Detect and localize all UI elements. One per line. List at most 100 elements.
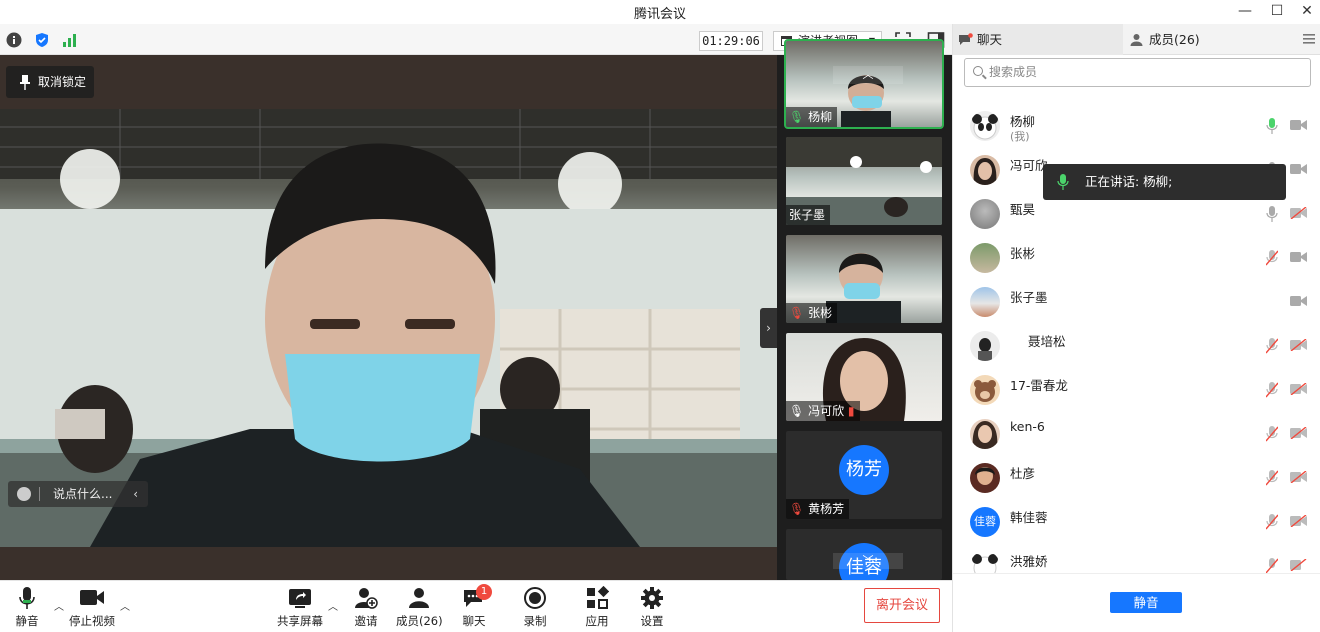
invite-label: 邀请 bbox=[354, 614, 378, 628]
avatar bbox=[970, 463, 1000, 493]
thumbnail-tile[interactable]: 杨芳 🎙 黄杨芳 bbox=[786, 431, 942, 519]
camera-off-icon[interactable] bbox=[1290, 383, 1307, 395]
mic-muted-icon[interactable] bbox=[1266, 558, 1278, 573]
maximize-icon[interactable]: ☐ bbox=[1262, 0, 1292, 24]
search-placeholder: 搜索成员 bbox=[989, 65, 1038, 79]
mute-button[interactable]: 静音 bbox=[10, 586, 44, 629]
video-camera-icon bbox=[80, 590, 104, 605]
quick-chat-input[interactable]: 说点什么... ‹ bbox=[8, 481, 148, 507]
mic-icon[interactable] bbox=[1266, 118, 1278, 134]
panel-tabs: 聊天 成员(26) bbox=[953, 24, 1320, 55]
mic-muted-icon[interactable] bbox=[1266, 514, 1278, 530]
close-icon[interactable]: ✕ bbox=[1292, 0, 1320, 24]
mic-icon: 🎙 bbox=[789, 110, 805, 124]
chevron-up-icon[interactable]: ︿ bbox=[328, 598, 338, 613]
share-screen-button[interactable]: 共享屏幕 bbox=[276, 586, 324, 629]
member-row[interactable]: 洪雅娇 bbox=[953, 545, 1320, 573]
record-button[interactable]: 录制 bbox=[520, 586, 550, 629]
apps-button[interactable]: 应用 bbox=[582, 586, 612, 629]
apps-icon bbox=[587, 586, 609, 609]
meeting-timer: 01:29:06 bbox=[699, 31, 763, 51]
collapse-thumbnails-handle[interactable]: › bbox=[760, 308, 777, 348]
camera-off-icon[interactable] bbox=[1290, 339, 1307, 351]
members-button[interactable]: 成员(26) bbox=[396, 586, 443, 629]
thumbnail-tile[interactable]: 张子墨 bbox=[786, 137, 942, 225]
settings-button[interactable]: 设置 bbox=[637, 586, 667, 629]
camera-off-icon[interactable] bbox=[1290, 207, 1307, 219]
avatar bbox=[970, 199, 1000, 229]
mic-icon[interactable] bbox=[1266, 206, 1278, 222]
signal-icon[interactable] bbox=[62, 32, 78, 48]
camera-off-icon[interactable] bbox=[1290, 515, 1307, 527]
member-row[interactable]: 张彬 bbox=[953, 237, 1320, 281]
speaking-text: 正在讲话: 杨柳; bbox=[1085, 174, 1173, 189]
member-row[interactable]: 聂培松 bbox=[953, 325, 1320, 369]
member-row[interactable]: ken-6 bbox=[953, 413, 1320, 457]
avatar bbox=[970, 375, 1000, 405]
member-name: ken-6 bbox=[1010, 419, 1045, 434]
mic-muted-icon[interactable] bbox=[1266, 338, 1278, 354]
avatar bbox=[970, 243, 1000, 273]
mic-icon bbox=[1057, 174, 1069, 190]
chevron-left-icon[interactable]: ‹ bbox=[133, 481, 138, 507]
leave-meeting-button[interactable]: 离开会议 bbox=[864, 588, 940, 623]
thumbnail-name-tag: 🎙 冯可欣 ▮ bbox=[786, 401, 860, 421]
apps-label: 应用 bbox=[585, 614, 609, 628]
member-row[interactable]: 杨柳 (我) bbox=[953, 105, 1320, 149]
camera-icon[interactable] bbox=[1290, 295, 1307, 307]
emoji-icon[interactable] bbox=[17, 487, 31, 501]
invite-button[interactable]: 邀请 bbox=[350, 586, 382, 629]
tab-members[interactable]: 成员(26) bbox=[1125, 24, 1305, 55]
camera-icon[interactable] bbox=[1290, 163, 1307, 175]
avatar bbox=[970, 155, 1000, 185]
thumbnails-scroll-up-icon[interactable]: ︿ bbox=[833, 66, 903, 84]
camera-off-icon[interactable] bbox=[1290, 427, 1307, 439]
info-icon[interactable] bbox=[6, 32, 22, 48]
thumbnail-tile[interactable]: 🎙 杨柳 bbox=[784, 39, 944, 129]
record-label: 录制 bbox=[523, 614, 547, 628]
thumbnail-tile[interactable]: 🎙 张彬 bbox=[786, 235, 942, 323]
signal-weak-icon: ▮ bbox=[847, 404, 855, 418]
member-name: 洪雅娇 bbox=[1010, 554, 1048, 569]
search-members-input[interactable]: 搜索成员 bbox=[964, 58, 1311, 87]
security-shield-icon[interactable] bbox=[34, 32, 50, 48]
main-stage: 取消锁定 说点什么... ‹ bbox=[0, 55, 777, 580]
camera-off-icon[interactable] bbox=[1290, 559, 1307, 571]
menu-icon[interactable] bbox=[1303, 34, 1315, 44]
avatar bbox=[970, 287, 1000, 317]
speaking-indicator: 正在讲话: 杨柳; bbox=[1043, 164, 1286, 200]
member-row[interactable]: 17-雷春龙 bbox=[953, 369, 1320, 413]
mute-all-button[interactable]: 静音 bbox=[1110, 592, 1182, 613]
unpin-button[interactable]: 取消锁定 bbox=[6, 66, 94, 98]
member-name: 17-雷春龙 bbox=[1010, 378, 1068, 393]
mic-muted-icon[interactable] bbox=[1266, 426, 1278, 442]
mic-muted-icon[interactable] bbox=[1266, 470, 1278, 486]
member-row[interactable]: 张子墨 bbox=[953, 281, 1320, 325]
thumbnail-name-tag: 🎙 张彬 bbox=[786, 303, 838, 323]
member-row[interactable]: 杜彦 bbox=[953, 457, 1320, 501]
avatar bbox=[970, 111, 1000, 141]
thumbnail-name: 黄杨芳 bbox=[808, 502, 845, 516]
mic-icon: 🎙 bbox=[789, 404, 805, 418]
member-name: 韩佳蓉 bbox=[1010, 510, 1048, 525]
camera-icon[interactable] bbox=[1290, 251, 1307, 263]
microphone-icon bbox=[19, 587, 35, 609]
tab-chat[interactable]: 聊天 bbox=[953, 24, 1123, 55]
minimize-icon[interactable]: — bbox=[1230, 0, 1260, 24]
thumbnail-tile[interactable]: 🎙 冯可欣 ▮ bbox=[786, 333, 942, 421]
mic-muted-icon[interactable] bbox=[1266, 382, 1278, 398]
chevron-up-icon[interactable]: ︿ bbox=[120, 598, 130, 613]
user-icon bbox=[1130, 34, 1143, 46]
camera-icon[interactable] bbox=[1290, 119, 1307, 131]
stop-video-button[interactable]: 停止视频 bbox=[68, 586, 116, 629]
tab-members-label: 成员(26) bbox=[1149, 32, 1200, 47]
record-icon bbox=[524, 587, 546, 609]
member-row[interactable]: 佳蓉 韩佳蓉 bbox=[953, 501, 1320, 545]
mic-muted-icon[interactable] bbox=[1266, 250, 1278, 266]
camera-off-icon[interactable] bbox=[1290, 471, 1307, 483]
mute-label: 静音 bbox=[15, 614, 39, 628]
thumbnails-scroll-down-icon[interactable]: ﹀ bbox=[833, 553, 903, 569]
chevron-up-icon[interactable]: ︿ bbox=[54, 598, 64, 613]
member-name: 聂培松 bbox=[1028, 334, 1066, 349]
share-screen-label: 共享屏幕 bbox=[277, 614, 323, 628]
